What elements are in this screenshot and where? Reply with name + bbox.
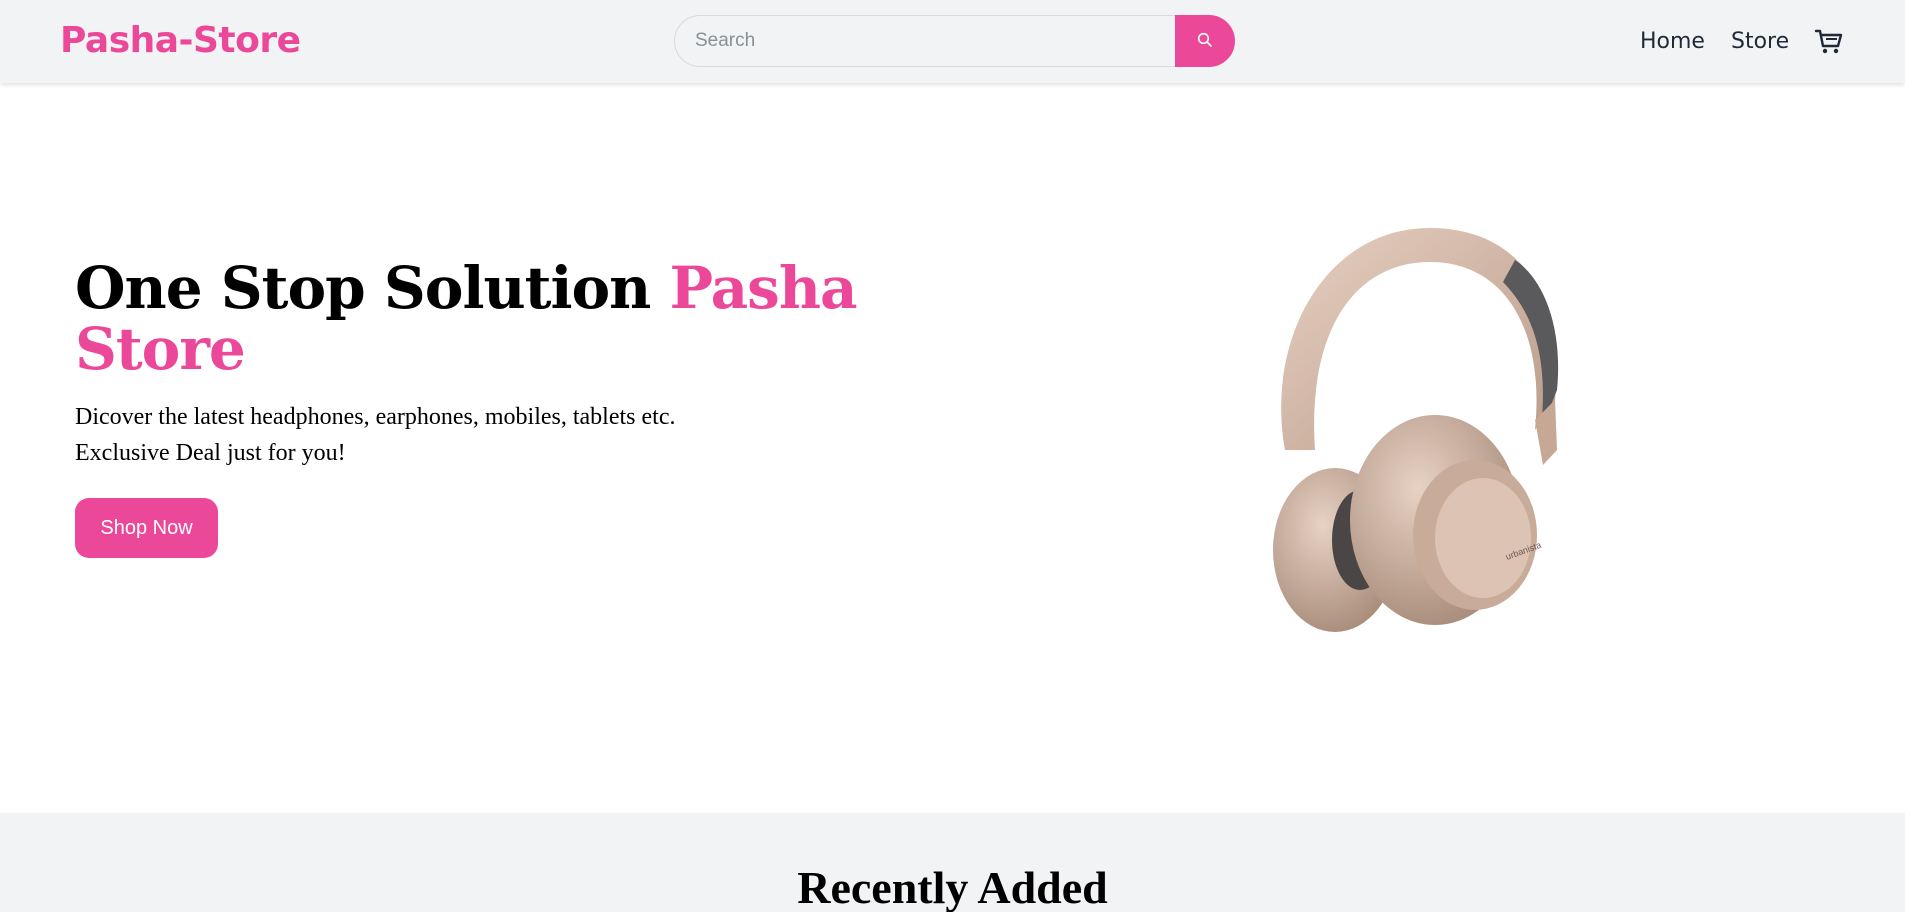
brand-logo[interactable]: Pasha-Store [60,20,301,61]
recently-added-section: Recently Added [0,813,1905,912]
search-button[interactable] [1175,15,1235,67]
search-input[interactable] [674,15,1177,67]
hero-subtitle: Dicover the latest headphones, earphones… [75,399,835,471]
recently-added-title: Recently Added [797,862,1108,912]
hero-subtitle-line2: Exclusive Deal just for you! [75,440,346,466]
hero-subtitle-line1: Dicover the latest headphones, earphones… [75,404,676,430]
hero-title-main: One Stop Solution [75,254,670,322]
cart-icon[interactable] [1814,27,1844,57]
search-icon [1197,32,1213,51]
navbar: Pasha-Store Home Store [0,0,1905,83]
nav-store[interactable]: Store [1731,29,1789,54]
nav-home[interactable]: Home [1640,29,1705,54]
search-bar [674,15,1235,67]
shop-now-button[interactable]: Shop Now [75,498,218,558]
headphones-image: urbanista [1245,220,1585,640]
hero-title: One Stop Solution Pasha Store [75,258,895,380]
